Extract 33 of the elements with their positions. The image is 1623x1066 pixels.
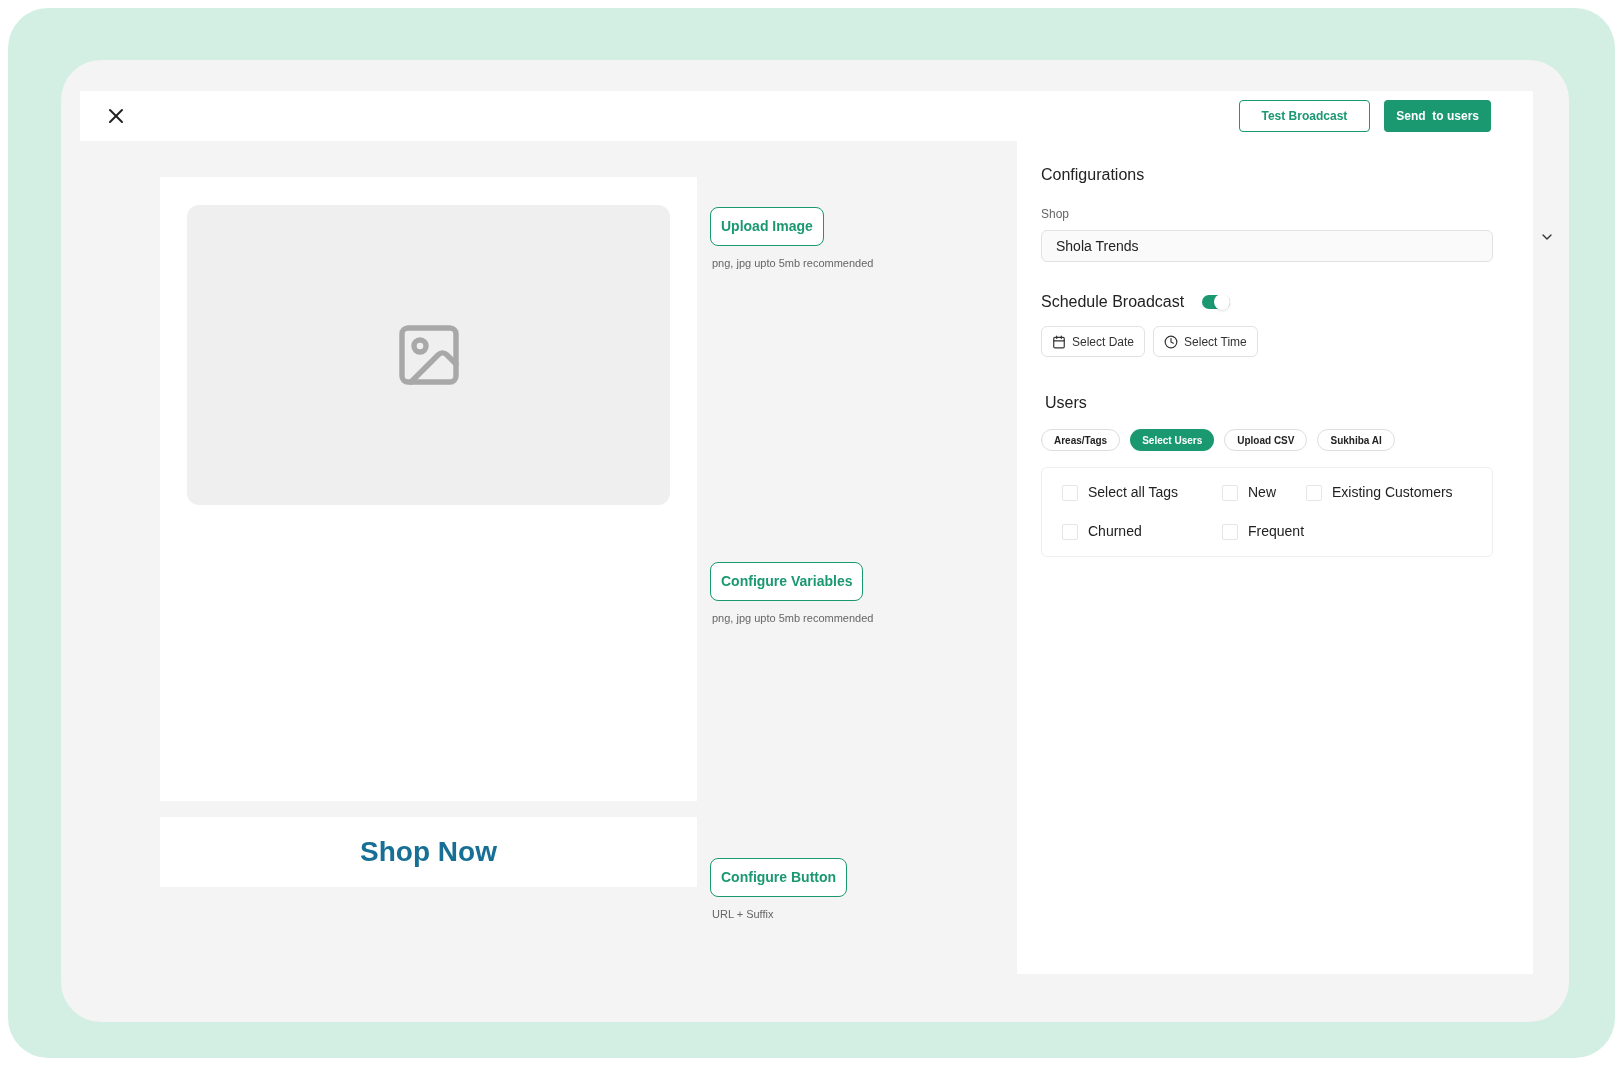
tag-label: Churned bbox=[1088, 522, 1142, 541]
tag-label: Frequent bbox=[1248, 522, 1305, 541]
user-tab[interactable]: Areas/Tags bbox=[1041, 429, 1121, 451]
send-button[interactable]: Send to users bbox=[1384, 100, 1491, 132]
tag-label: Select all Tags bbox=[1088, 483, 1178, 502]
hint-text: png, jpg upto 5mb recommended bbox=[712, 610, 874, 626]
shop-select[interactable]: Shola Trends bbox=[1041, 230, 1493, 262]
action-button[interactable]: Configure Variables bbox=[710, 561, 864, 601]
date-button[interactable]: Select Date bbox=[1041, 326, 1146, 357]
user-tab[interactable]: Sukhiba AI bbox=[1317, 429, 1395, 451]
hint-text: URL + Suffix bbox=[712, 907, 775, 922]
calendar-icon bbox=[1052, 334, 1066, 349]
users-title: Users bbox=[1045, 393, 1088, 413]
checkbox[interactable] bbox=[1306, 484, 1322, 501]
checkbox[interactable] bbox=[1222, 523, 1238, 540]
checkbox[interactable] bbox=[1062, 484, 1078, 501]
time-button[interactable]: Select Time bbox=[1153, 326, 1258, 357]
tag-label: New bbox=[1248, 483, 1276, 502]
toggle-switch[interactable] bbox=[1202, 295, 1231, 309]
test-button[interactable]: Test Broadcast bbox=[1238, 100, 1371, 132]
section-title: Configurations bbox=[1041, 165, 1146, 185]
clock-icon bbox=[1164, 334, 1179, 349]
tag-label: Existing Customers bbox=[1332, 483, 1453, 502]
action-button[interactable]: Configure Button bbox=[710, 858, 848, 897]
checkbox[interactable] bbox=[1062, 523, 1078, 540]
field-label: Shop bbox=[1041, 206, 1071, 223]
user-tab[interactable]: Upload CSV bbox=[1224, 429, 1308, 451]
hint-text: png, jpg upto 5mb recommended bbox=[712, 256, 874, 271]
user-tab[interactable]: Select Users bbox=[1130, 429, 1215, 451]
cta-label: Shop Now bbox=[360, 835, 497, 869]
schedule-label: Schedule Broadcast bbox=[1041, 292, 1185, 312]
checkbox[interactable] bbox=[1222, 484, 1238, 501]
action-button[interactable]: Upload Image bbox=[710, 207, 824, 246]
